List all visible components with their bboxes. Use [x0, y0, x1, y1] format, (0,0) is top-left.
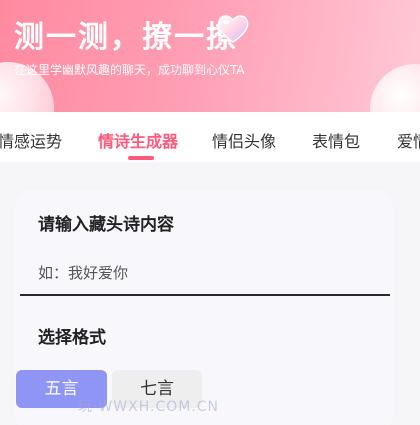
input-section-label: 请输入藏头诗内容: [38, 215, 174, 235]
tab-sticker[interactable]: 表情包: [312, 128, 360, 152]
watermark: 玩·WWXH.COM.CN: [78, 399, 220, 415]
tab-love[interactable]: 爱情: [397, 128, 420, 152]
active-tab-indicator: [128, 156, 154, 160]
tab-bar: 情感运势 情诗生成器 情侣头像 表情包 爱情: [0, 112, 420, 162]
page-title: 测一测，撩一撩: [14, 20, 238, 55]
hero-banner: 测一测，撩一撩 在这里学幽默风趣的聊天，成功聊到心仪TA: [0, 0, 420, 112]
tab-emotion-fortune[interactable]: 情感运势: [0, 128, 62, 152]
heart-icon: [217, 15, 249, 43]
poem-content-input[interactable]: [20, 252, 390, 296]
decorative-bubble: [370, 64, 420, 112]
format-section-label: 选择格式: [38, 328, 106, 348]
tab-couple-avatar[interactable]: 情侣头像: [212, 128, 276, 152]
tab-poem-generator[interactable]: 情诗生成器: [98, 128, 178, 152]
page-subtitle: 在这里学幽默风趣的聊天，成功聊到心仪TA: [14, 63, 245, 77]
